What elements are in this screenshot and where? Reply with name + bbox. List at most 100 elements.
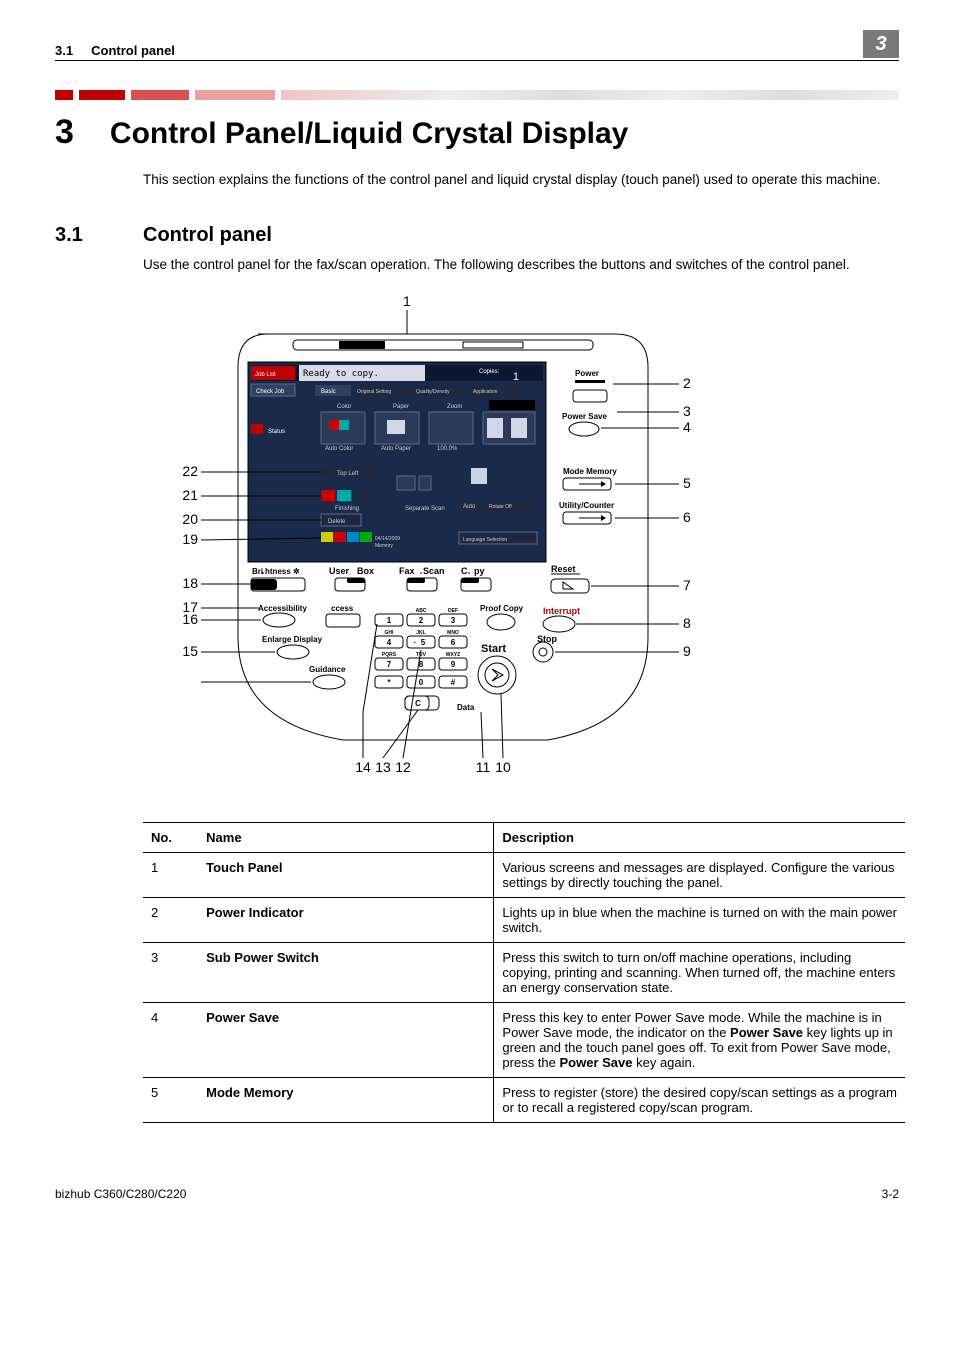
- svg-text:2: 2: [683, 375, 691, 391]
- header-section-title: Control panel: [91, 43, 175, 58]
- svg-text:C: C: [461, 566, 468, 576]
- svg-text:Rotate Off: Rotate Off: [489, 504, 512, 510]
- svg-text:3: 3: [683, 403, 691, 419]
- callout-1: 1: [403, 293, 411, 309]
- chapter-intro: This section explains the functions of t…: [143, 170, 899, 190]
- svg-text:5: 5: [683, 475, 691, 491]
- svg-text:12: 12: [395, 759, 411, 775]
- svg-text:py: py: [474, 566, 485, 576]
- svg-text:4: 4: [683, 419, 691, 435]
- lcd-check-job: Check Job: [256, 389, 285, 395]
- svg-text:7: 7: [387, 660, 392, 669]
- svg-text:Memory: Memory: [375, 543, 394, 549]
- svg-text:Basic: Basic: [321, 389, 336, 395]
- lcd-copies-val: 1: [513, 371, 519, 383]
- section-heading: 3.1 Control panel: [55, 224, 899, 247]
- svg-text:11: 11: [476, 759, 491, 775]
- page-footer: bizhub C360/C280/C220 3-2: [55, 1187, 899, 1201]
- svg-text:Status: Status: [268, 429, 285, 435]
- decor-bar: [55, 89, 899, 101]
- svg-text:Application: Application: [473, 389, 498, 395]
- svg-text:6: 6: [451, 638, 456, 647]
- svg-text:4: 4: [387, 638, 392, 647]
- svg-text:100.0%: 100.0%: [437, 446, 458, 452]
- svg-text:6: 6: [683, 509, 691, 525]
- svg-text:Mode Memory: Mode Memory: [563, 467, 617, 476]
- th-no: No.: [143, 823, 198, 853]
- svg-text:9: 9: [451, 660, 456, 669]
- svg-text:Proof Copy: Proof Copy: [480, 604, 524, 613]
- svg-text:18: 18: [182, 575, 198, 591]
- svg-text:ABC: ABC: [416, 608, 427, 614]
- chapter-heading-num: 3: [55, 113, 74, 152]
- footer-page: 3-2: [882, 1187, 899, 1201]
- svg-text:Top Left: Top Left: [337, 471, 359, 477]
- svg-text:Scan: Scan: [423, 566, 445, 576]
- svg-text:0: 0: [419, 678, 424, 687]
- svg-text:Paper: Paper: [393, 404, 409, 410]
- svg-text:Quality/Density: Quality/Density: [416, 389, 450, 395]
- svg-text:04/14/2009: 04/14/2009: [375, 536, 400, 542]
- svg-text:7: 7: [683, 577, 691, 593]
- svg-text:14: 14: [355, 759, 371, 775]
- svg-text:2: 2: [419, 616, 424, 625]
- svg-text:#: #: [451, 678, 456, 687]
- control-panel-table: No. Name Description 1Touch PanelVarious…: [143, 822, 905, 1123]
- svg-text:8: 8: [683, 615, 691, 631]
- svg-text:19: 19: [182, 531, 198, 547]
- svg-text:Accessibility: Accessibility: [258, 604, 307, 613]
- svg-text:13: 13: [375, 759, 391, 775]
- svg-text:Auto Paper: Auto Paper: [381, 446, 411, 452]
- svg-text:User: User: [329, 566, 350, 576]
- svg-text:Utility/Counter: Utility/Counter: [559, 501, 614, 510]
- svg-text:5: 5: [421, 638, 426, 647]
- th-desc: Description: [494, 823, 905, 853]
- svg-text:Color: Color: [337, 404, 351, 410]
- table-row: 3Sub Power SwitchPress this switch to tu…: [143, 943, 905, 1003]
- svg-text:C: C: [415, 699, 421, 708]
- svg-text:Bri: Bri: [252, 567, 263, 576]
- lcd-status-text: Ready to copy.: [303, 369, 379, 379]
- svg-text:htness ✲: htness ✲: [265, 567, 300, 576]
- section-text: Use the control panel for the fax/scan o…: [143, 255, 899, 275]
- svg-text:Language Selection: Language Selection: [463, 537, 507, 543]
- section-heading-text: Control panel: [143, 224, 272, 247]
- svg-text:Original Setting: Original Setting: [357, 389, 391, 395]
- lcd-job-list: Job List: [255, 372, 276, 378]
- svg-text:20: 20: [182, 511, 198, 527]
- svg-text:WXYZ: WXYZ: [446, 652, 460, 658]
- svg-text:PQRS: PQRS: [382, 652, 397, 658]
- svg-text:Guidance: Guidance: [309, 665, 346, 674]
- svg-text:GHI: GHI: [385, 630, 395, 636]
- svg-text:Finishing: Finishing: [335, 506, 359, 512]
- chapter-badge: 3: [863, 30, 899, 58]
- svg-text:16: 16: [182, 611, 198, 627]
- svg-text:Separate Scan: Separate Scan: [405, 506, 445, 512]
- table-row: 2Power IndicatorLights up in blue when t…: [143, 898, 905, 943]
- svg-text:Zoom: Zoom: [447, 404, 462, 410]
- svg-text:9: 9: [683, 643, 691, 659]
- svg-text:Power Save: Power Save: [562, 412, 607, 421]
- svg-text:Start: Start: [481, 643, 506, 655]
- chapter-heading-text: Control Panel/Liquid Crystal Display: [110, 117, 628, 151]
- svg-text:Enlarge Display: Enlarge Display: [262, 635, 323, 644]
- svg-text:Data: Data: [457, 703, 475, 712]
- header-section-num: 3.1: [55, 43, 73, 58]
- svg-text:Auto Color: Auto Color: [325, 446, 353, 452]
- table-row: 4Power SavePress this key to enter Power…: [143, 1003, 905, 1078]
- chapter-heading: 3 Control Panel/Liquid Crystal Display: [55, 113, 899, 152]
- svg-text:MNO: MNO: [447, 630, 459, 636]
- svg-text:ccess: ccess: [331, 604, 354, 613]
- svg-text:TUV: TUV: [416, 652, 427, 658]
- svg-text:3: 3: [451, 616, 456, 625]
- svg-text:Reset: Reset: [551, 564, 576, 574]
- svg-text:·: ·: [414, 638, 417, 647]
- svg-text:Delete: Delete: [328, 519, 346, 525]
- control-panel-diagram: 1 Job List Ready to copy. Copies: 1 Chec…: [143, 292, 733, 792]
- svg-text:Box: Box: [357, 566, 374, 576]
- lcd-copies-label: Copies:: [479, 369, 500, 375]
- svg-text:Auto: Auto: [463, 504, 476, 510]
- footer-model: bizhub C360/C280/C220: [55, 1187, 186, 1201]
- svg-text:10: 10: [495, 759, 511, 775]
- th-name: Name: [198, 823, 494, 853]
